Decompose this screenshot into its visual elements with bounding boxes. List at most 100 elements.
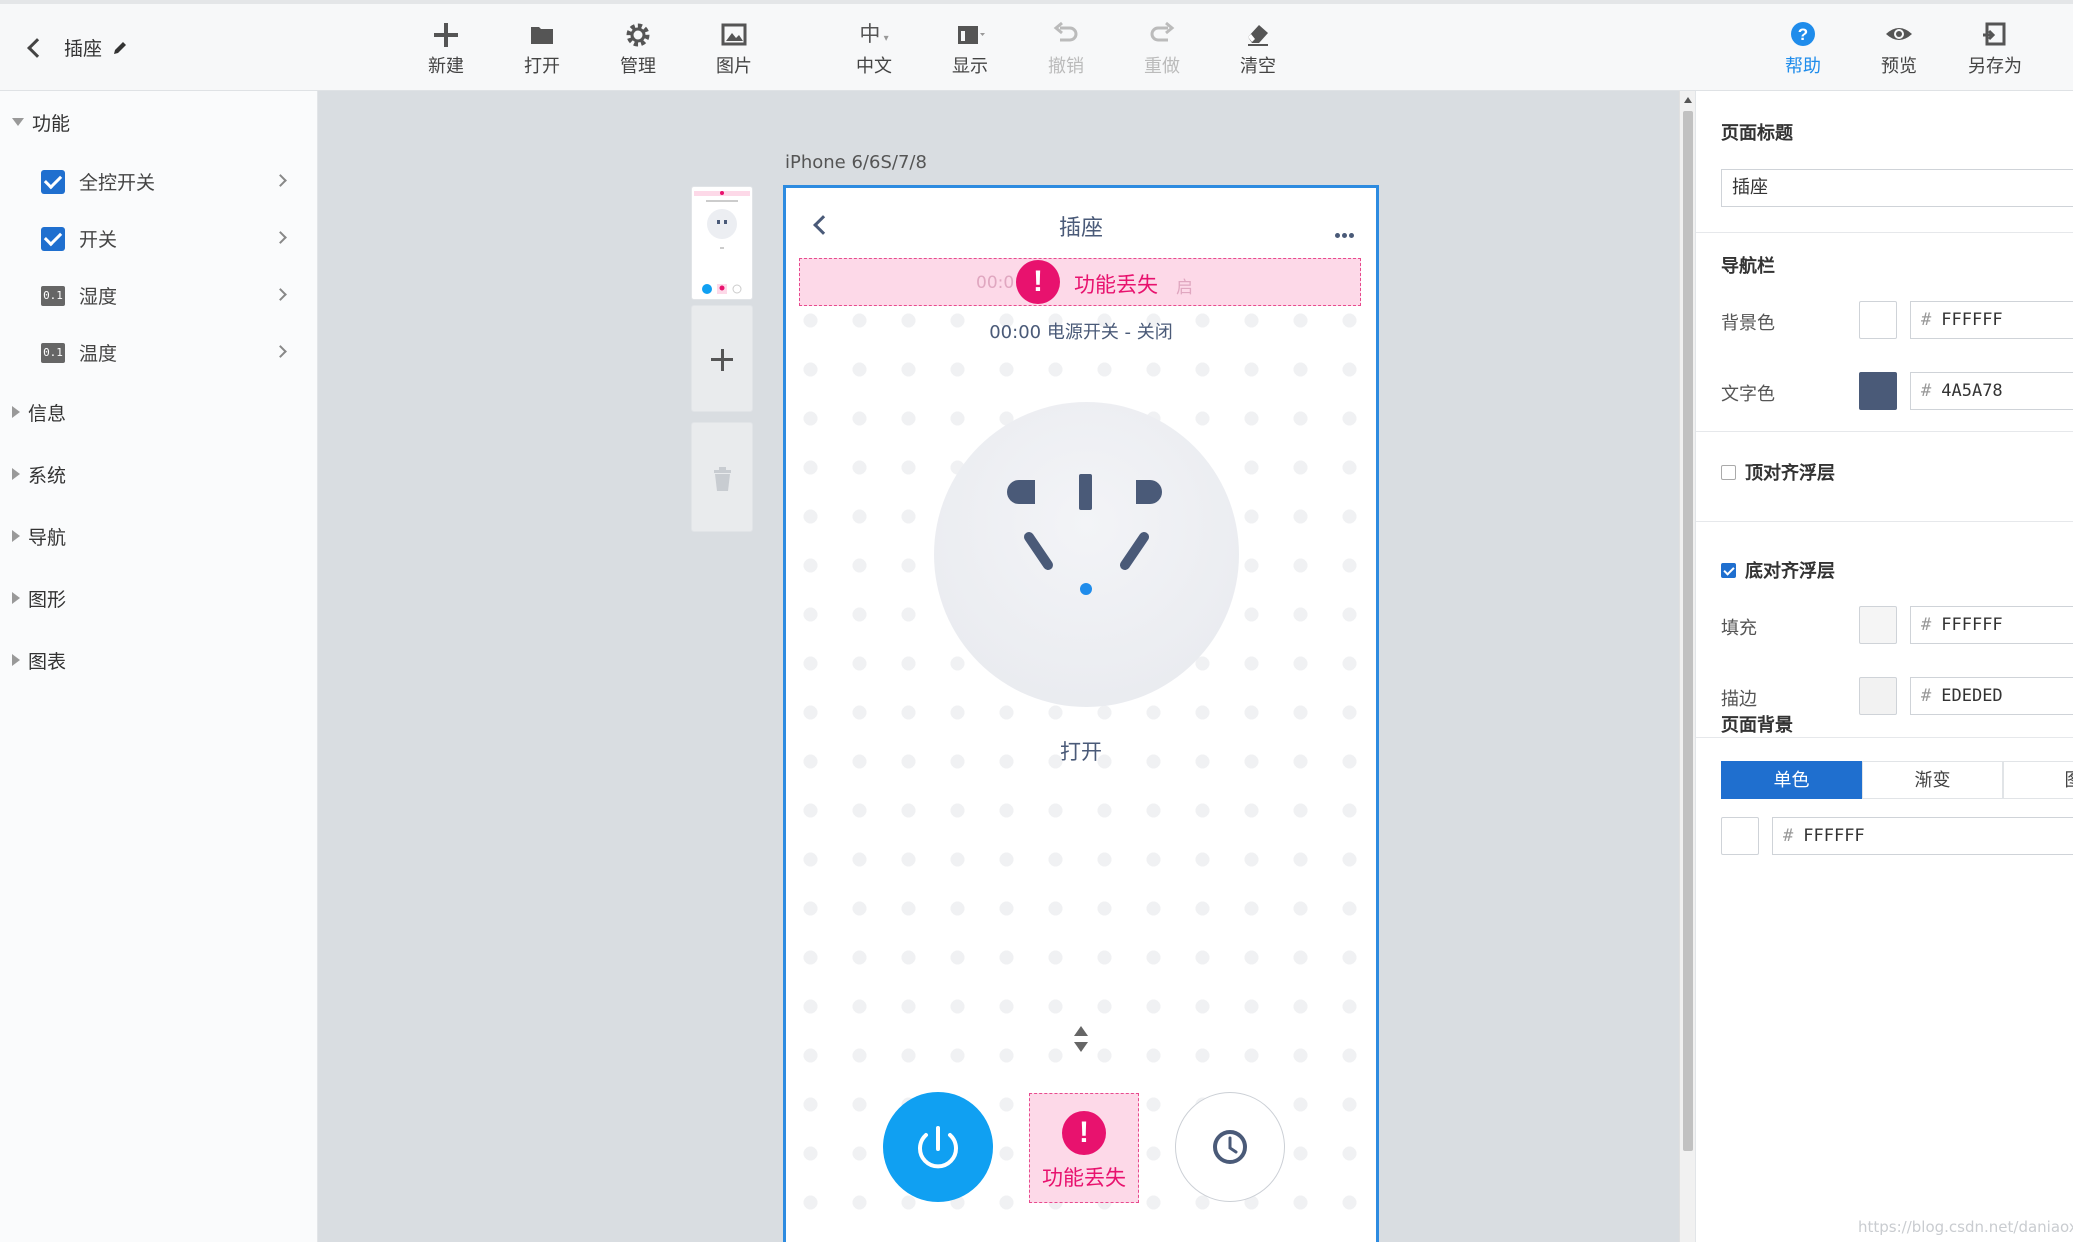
redo-button[interactable]: 重做 bbox=[1122, 18, 1202, 84]
stroke-hex-input[interactable]: # EDEDED bbox=[1910, 677, 2073, 715]
add-page-button[interactable] bbox=[691, 305, 753, 412]
missing-function-text: 功能丢失 bbox=[1074, 273, 1158, 297]
fill-color-swatch[interactable] bbox=[1859, 606, 1897, 644]
redo-icon bbox=[1150, 21, 1175, 42]
missing-function-tile[interactable]: ! 功能丢失 bbox=[1029, 1093, 1139, 1203]
undo-icon bbox=[1053, 21, 1078, 42]
socket-circle[interactable] bbox=[934, 402, 1239, 707]
fill-label: 填充 bbox=[1721, 618, 1757, 639]
watermark-text: https://blog.csdn.net/daniaoxp bbox=[1858, 1218, 2073, 1236]
missing-function-banner[interactable]: 00:0 启 ! 功能丢失 bbox=[799, 258, 1361, 306]
back-button[interactable]: 插座 bbox=[27, 34, 128, 61]
delete-page-button[interactable] bbox=[691, 422, 753, 532]
back-chevron-icon bbox=[27, 37, 47, 58]
page-bg-color-swatch[interactable] bbox=[1721, 817, 1759, 855]
open-button[interactable]: 打开 bbox=[502, 18, 582, 84]
scrollbar-thumb[interactable] bbox=[1683, 111, 1693, 1151]
eraser-icon bbox=[1248, 25, 1268, 46]
clear-button[interactable]: 清空 bbox=[1218, 18, 1298, 84]
fill-hex-input[interactable]: # FFFFFF bbox=[1910, 606, 2073, 644]
page-bg-hex-input[interactable]: # FFFFFF bbox=[1772, 817, 2073, 855]
collapsed-triangle-icon bbox=[12, 654, 20, 666]
top-float-toggle[interactable]: 顶对齐浮层 bbox=[1721, 459, 1835, 485]
bg-color-hex-input[interactable]: # FFFFFF bbox=[1910, 301, 2073, 339]
save-as-button[interactable]: 另存为 bbox=[1955, 18, 2035, 84]
clock-icon bbox=[1213, 1130, 1247, 1164]
manage-button[interactable]: 管理 bbox=[598, 18, 678, 84]
number-badge-icon: 0.1 bbox=[41, 342, 65, 363]
text-color-swatch[interactable] bbox=[1859, 372, 1897, 410]
sidebar-item-temperature[interactable]: 0.1 温度 bbox=[0, 324, 317, 381]
edit-pencil-icon[interactable] bbox=[112, 40, 128, 56]
power-socket-icon bbox=[1007, 474, 1162, 595]
language-button[interactable]: 中 ▾ 中文 bbox=[834, 18, 914, 84]
collapsed-triangle-icon bbox=[12, 406, 20, 418]
tab-solid[interactable]: 单色 bbox=[1721, 761, 1862, 799]
collapsed-triangle-icon bbox=[12, 468, 20, 480]
divider bbox=[1696, 521, 2073, 522]
gear-icon bbox=[626, 23, 650, 47]
bottom-float-toggle[interactable]: 底对齐浮层 bbox=[1721, 557, 1835, 583]
resize-handle-icon[interactable] bbox=[1074, 1026, 1088, 1052]
checkbox-checked-icon[interactable] bbox=[41, 226, 65, 251]
page-thumbnail[interactable] bbox=[691, 186, 753, 300]
stroke-label: 描边 bbox=[1721, 689, 1757, 710]
sidebar-section-info[interactable]: 信息 bbox=[0, 381, 317, 443]
checkbox-checked-icon[interactable] bbox=[1721, 562, 1736, 578]
image-button[interactable]: 图片 bbox=[694, 18, 774, 84]
sidebar-section-graphics[interactable]: 图形 bbox=[0, 567, 317, 629]
missing-function-tile-text: 功能丢失 bbox=[1042, 1166, 1126, 1190]
chevron-right-icon bbox=[274, 174, 287, 187]
page-title-input[interactable]: 插座 bbox=[1721, 169, 2073, 207]
number-badge-icon: 0.1 bbox=[41, 285, 65, 306]
layout-icon bbox=[958, 26, 985, 44]
exclamation-alert-icon: ! bbox=[1016, 260, 1060, 304]
socket-state-label: 打开 bbox=[1060, 740, 1102, 764]
new-button[interactable]: 新建 bbox=[406, 18, 486, 84]
properties-panel: 页面标题 插座 导航栏 背景色 # FFFFFF 文字色 #4A5A78 顶对齐浮… bbox=[1695, 91, 2073, 1242]
sidebar-section-system[interactable]: 系统 bbox=[0, 443, 317, 505]
plus-icon bbox=[711, 349, 733, 371]
sidebar-item-master-switch[interactable]: 全控开关 bbox=[0, 153, 317, 210]
page-thumbnail-preview-icon bbox=[694, 191, 750, 294]
checkbox-checked-icon[interactable] bbox=[41, 169, 65, 194]
sidebar-section-function[interactable]: 功能 bbox=[0, 91, 317, 153]
undo-button[interactable]: 撤销 bbox=[1026, 18, 1106, 84]
preview-button[interactable]: 预览 bbox=[1859, 18, 1939, 84]
checkbox-unchecked-icon[interactable] bbox=[1721, 464, 1736, 480]
expanded-triangle-icon bbox=[12, 118, 24, 126]
phone-preview[interactable]: 插座 00:0 启 ! 功能丢失 00:00 电源开关 - 关闭 打开 ! 功能… bbox=[783, 185, 1379, 1242]
page-bg-mode-tabs: 单色 渐变 图 bbox=[1721, 761, 2073, 799]
canvas-scrollbar[interactable] bbox=[1679, 91, 1695, 1242]
sidebar-item-switch[interactable]: 开关 bbox=[0, 210, 317, 267]
tab-image[interactable]: 图 bbox=[2003, 761, 2073, 799]
faded-text-right: 启 bbox=[1176, 278, 1193, 298]
folder-icon bbox=[531, 27, 553, 44]
component-sidebar: 功能 全控开关 开关 0.1 湿度 0.1 温度 信息 系统 导航 图形 图表 bbox=[0, 91, 318, 1242]
sidebar-section-charts[interactable]: 图表 bbox=[0, 629, 317, 691]
collapsed-triangle-icon bbox=[12, 530, 20, 542]
bg-color-swatch[interactable] bbox=[1859, 301, 1897, 339]
scroll-up-arrow-icon[interactable] bbox=[1684, 97, 1692, 103]
power-icon bbox=[918, 1126, 958, 1169]
help-button[interactable]: ? 帮助 bbox=[1763, 18, 1843, 84]
phone-navbar[interactable]: 插座 bbox=[786, 188, 1376, 255]
help-question-icon: ? bbox=[1791, 22, 1815, 46]
stroke-color-swatch[interactable] bbox=[1859, 677, 1897, 715]
trash-icon bbox=[714, 467, 731, 491]
device-label: iPhone 6/6S/7/8 bbox=[785, 152, 927, 173]
display-button[interactable]: 显示 bbox=[930, 18, 1010, 84]
document-title: 插座 bbox=[64, 38, 103, 60]
sidebar-item-humidity[interactable]: 0.1 湿度 bbox=[0, 267, 317, 324]
chevron-right-icon bbox=[274, 345, 287, 358]
tab-gradient[interactable]: 渐变 bbox=[1862, 761, 2003, 799]
timer-button[interactable] bbox=[1175, 1092, 1285, 1202]
exclamation-alert-icon: ! bbox=[1062, 1111, 1106, 1155]
text-color-hex-input[interactable]: #4A5A78 bbox=[1910, 372, 2073, 410]
faded-text-left: 00:0 bbox=[976, 273, 1015, 293]
more-dots-icon[interactable] bbox=[1334, 223, 1355, 242]
phone-nav-title: 插座 bbox=[1058, 216, 1103, 241]
bg-color-label: 背景色 bbox=[1721, 313, 1775, 334]
sidebar-section-navigation[interactable]: 导航 bbox=[0, 505, 317, 567]
power-button[interactable] bbox=[883, 1092, 993, 1202]
